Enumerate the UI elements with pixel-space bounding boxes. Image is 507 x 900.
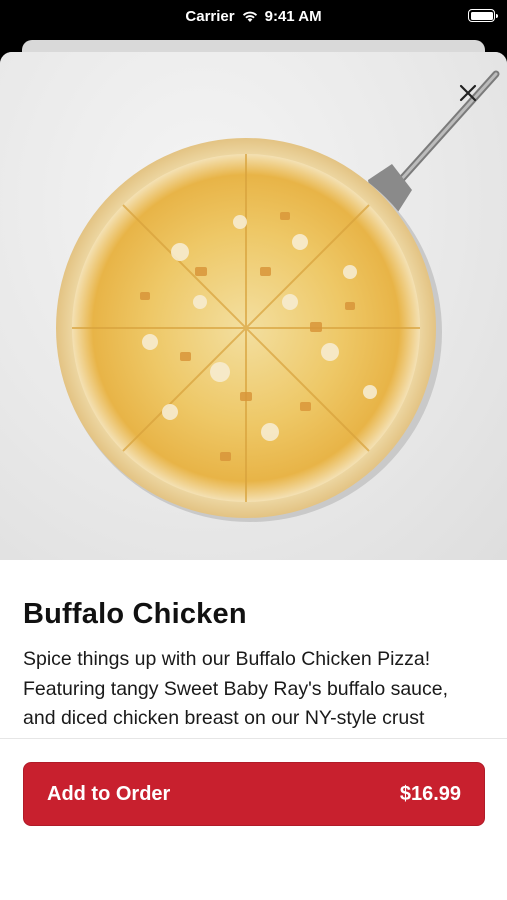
wifi-icon (242, 11, 257, 22)
product-details: Buffalo Chicken Spice things up with our… (0, 598, 507, 734)
divider (0, 738, 507, 739)
close-button[interactable] (451, 76, 485, 110)
status-bar: Carrier 9:41 AM (0, 0, 507, 32)
product-title: Buffalo Chicken (23, 598, 247, 630)
product-image (0, 52, 507, 560)
status-center: Carrier 9:41 AM (185, 8, 321, 25)
time-label: 9:41 AM (264, 7, 322, 25)
close-icon (459, 84, 477, 102)
battery-fill (470, 11, 493, 20)
add-to-order-label: Add to Order (47, 782, 171, 805)
add-to-order-button[interactable]: Add to Order $16.99 (23, 762, 485, 826)
battery-icon (468, 9, 498, 22)
price-label: $16.99 (399, 782, 461, 805)
product-description: Spice things up with our Buffalo Chicken… (23, 648, 449, 729)
pizza-illustration (56, 70, 500, 522)
carrier-label: Carrier (185, 7, 235, 25)
